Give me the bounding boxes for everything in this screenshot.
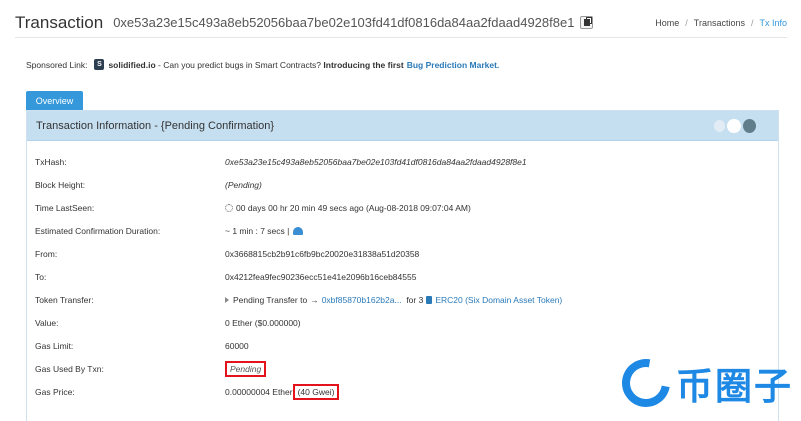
sponsor-text: - Can you predict bugs in Smart Contract… <box>158 59 322 70</box>
token-transfer-cell: Pending Transfer to → 0xbf85870b162b2a..… <box>225 295 562 305</box>
token-name-link[interactable]: ERC20 (Six Domain Asset Token) <box>435 295 562 305</box>
breadcrumb-separator: / <box>685 17 688 28</box>
copy-icon[interactable] <box>580 16 594 29</box>
bug-prediction-link[interactable]: Bug Prediction Market. <box>407 60 500 70</box>
solidified-logo-icon: S <box>94 59 105 70</box>
panel-title: Transaction Information - {Pending Confi… <box>36 119 275 132</box>
value-amount: 0 Ether ($0.000000) <box>225 318 301 328</box>
row-to: To: 0x4212fea9fec90236ecc51e41e2096b16ce… <box>35 270 755 284</box>
row-token-transfer: Token Transfer: Pending Transfer to → 0x… <box>35 293 755 307</box>
caret-right-icon <box>225 297 229 303</box>
to-address-link[interactable]: 0x4212fea9fec90236ecc51e41e2096b16ceb845… <box>225 272 416 282</box>
row-confirmation-duration: Estimated Confirmation Duration: ~ 1 min… <box>35 224 755 238</box>
toggle-dot-icon <box>727 118 741 133</box>
toggle-dot-icon <box>714 119 726 132</box>
tab-overview[interactable]: Overview <box>26 91 83 110</box>
gas-used-cell: Pending <box>225 361 267 377</box>
confirmation-duration-cell: ~ 1 min : 7 secs | <box>225 226 304 236</box>
time-lastseen-value: 00 days 00 hr 20 min 49 secs ago (Aug-08… <box>236 203 471 213</box>
row-label: Gas Limit: <box>35 341 74 351</box>
watermark-logo-icon <box>612 349 680 417</box>
toggle-dot-icon <box>742 118 756 133</box>
row-label: From: <box>35 249 58 259</box>
time-lastseen-cell: 00 days 00 hr 20 min 49 secs ago (Aug-08… <box>225 203 471 213</box>
token-recipient-link[interactable]: 0xbf85870b162b2a... <box>322 295 402 305</box>
sponsored-link: Sponsored Link: S solidified.io - Can yo… <box>26 59 499 70</box>
page-header: Transaction 0xe53a23e15c493a8eb52056baa7… <box>15 8 787 38</box>
row-block-height: Block Height: (Pending) <box>35 178 755 192</box>
token-transfer-prefix: Pending Transfer to <box>233 295 308 305</box>
breadcrumb-txinfo[interactable]: Tx Info <box>759 18 787 28</box>
row-label: Token Transfer: <box>35 295 94 305</box>
token-transfer-amount: for 3 <box>406 295 424 305</box>
gas-price-gwei: (40 Gwei) <box>292 384 340 400</box>
row-label: Estimated Confirmation Duration: <box>35 226 161 236</box>
gas-price-value: 0.00000004 Ether <box>225 387 293 397</box>
block-height-value: (Pending) <box>225 180 262 190</box>
row-label: Block Height: <box>35 180 86 190</box>
row-gas-limit: Gas Limit: 60000 <box>35 339 755 353</box>
gas-used-value: Pending <box>225 361 267 377</box>
row-label: Gas Price: <box>35 387 75 397</box>
spinner-icon <box>225 204 233 212</box>
row-label: Value: <box>35 318 59 328</box>
breadcrumb-transactions[interactable]: Transactions <box>694 18 745 28</box>
transaction-hash: 0xe53a23e15c493a8eb52056baa7be02e103fd41… <box>113 15 575 30</box>
breadcrumb: Home / Transactions / Tx Info <box>655 18 787 28</box>
breadcrumb-separator: / <box>750 17 754 28</box>
row-label: TxHash: <box>35 157 67 167</box>
sponsor-brand[interactable]: solidified.io <box>108 60 155 70</box>
row-time-lastseen: Time LastSeen: 00 days 00 hr 20 min 49 s… <box>35 201 755 215</box>
row-label: Time LastSeen: <box>35 203 95 213</box>
gas-limit-value: 60000 <box>225 341 249 351</box>
row-label: To: <box>35 272 47 282</box>
watermark: 币圈子 <box>612 349 793 417</box>
sponsor-label: Sponsored Link: <box>26 59 88 70</box>
page-title: Transaction <box>15 12 104 32</box>
arrow-right-icon: → <box>310 295 319 305</box>
watermark-text: 币圈子 <box>676 366 793 407</box>
txhash-value: 0xe53a23e15c493a8eb52056baa7be02e103fd41… <box>225 157 527 167</box>
view-toggle[interactable] <box>714 118 756 133</box>
confirmation-duration-value: ~ 1 min : 7 secs | <box>225 226 290 236</box>
row-txhash: TxHash: 0xe53a23e15c493a8eb52056baa7be02… <box>35 155 755 169</box>
gauge-icon[interactable] <box>293 227 304 235</box>
from-address-link[interactable]: 0x3668815cb2b91c6fb9bc20020e31838a51d203… <box>225 249 419 259</box>
breadcrumb-home[interactable]: Home <box>655 18 679 28</box>
row-label: Gas Used By Txn: <box>35 364 104 374</box>
row-from: From: 0x3668815cb2b91c6fb9bc20020e31838a… <box>35 247 755 261</box>
row-value: Value: 0 Ether ($0.000000) <box>35 316 755 330</box>
panel-header: Transaction Information - {Pending Confi… <box>27 111 778 141</box>
sponsor-bold: Introducing the first <box>323 59 404 70</box>
gas-price-cell: 0.00000004 Ether (40 Gwei) <box>225 384 340 400</box>
token-icon <box>426 296 433 304</box>
